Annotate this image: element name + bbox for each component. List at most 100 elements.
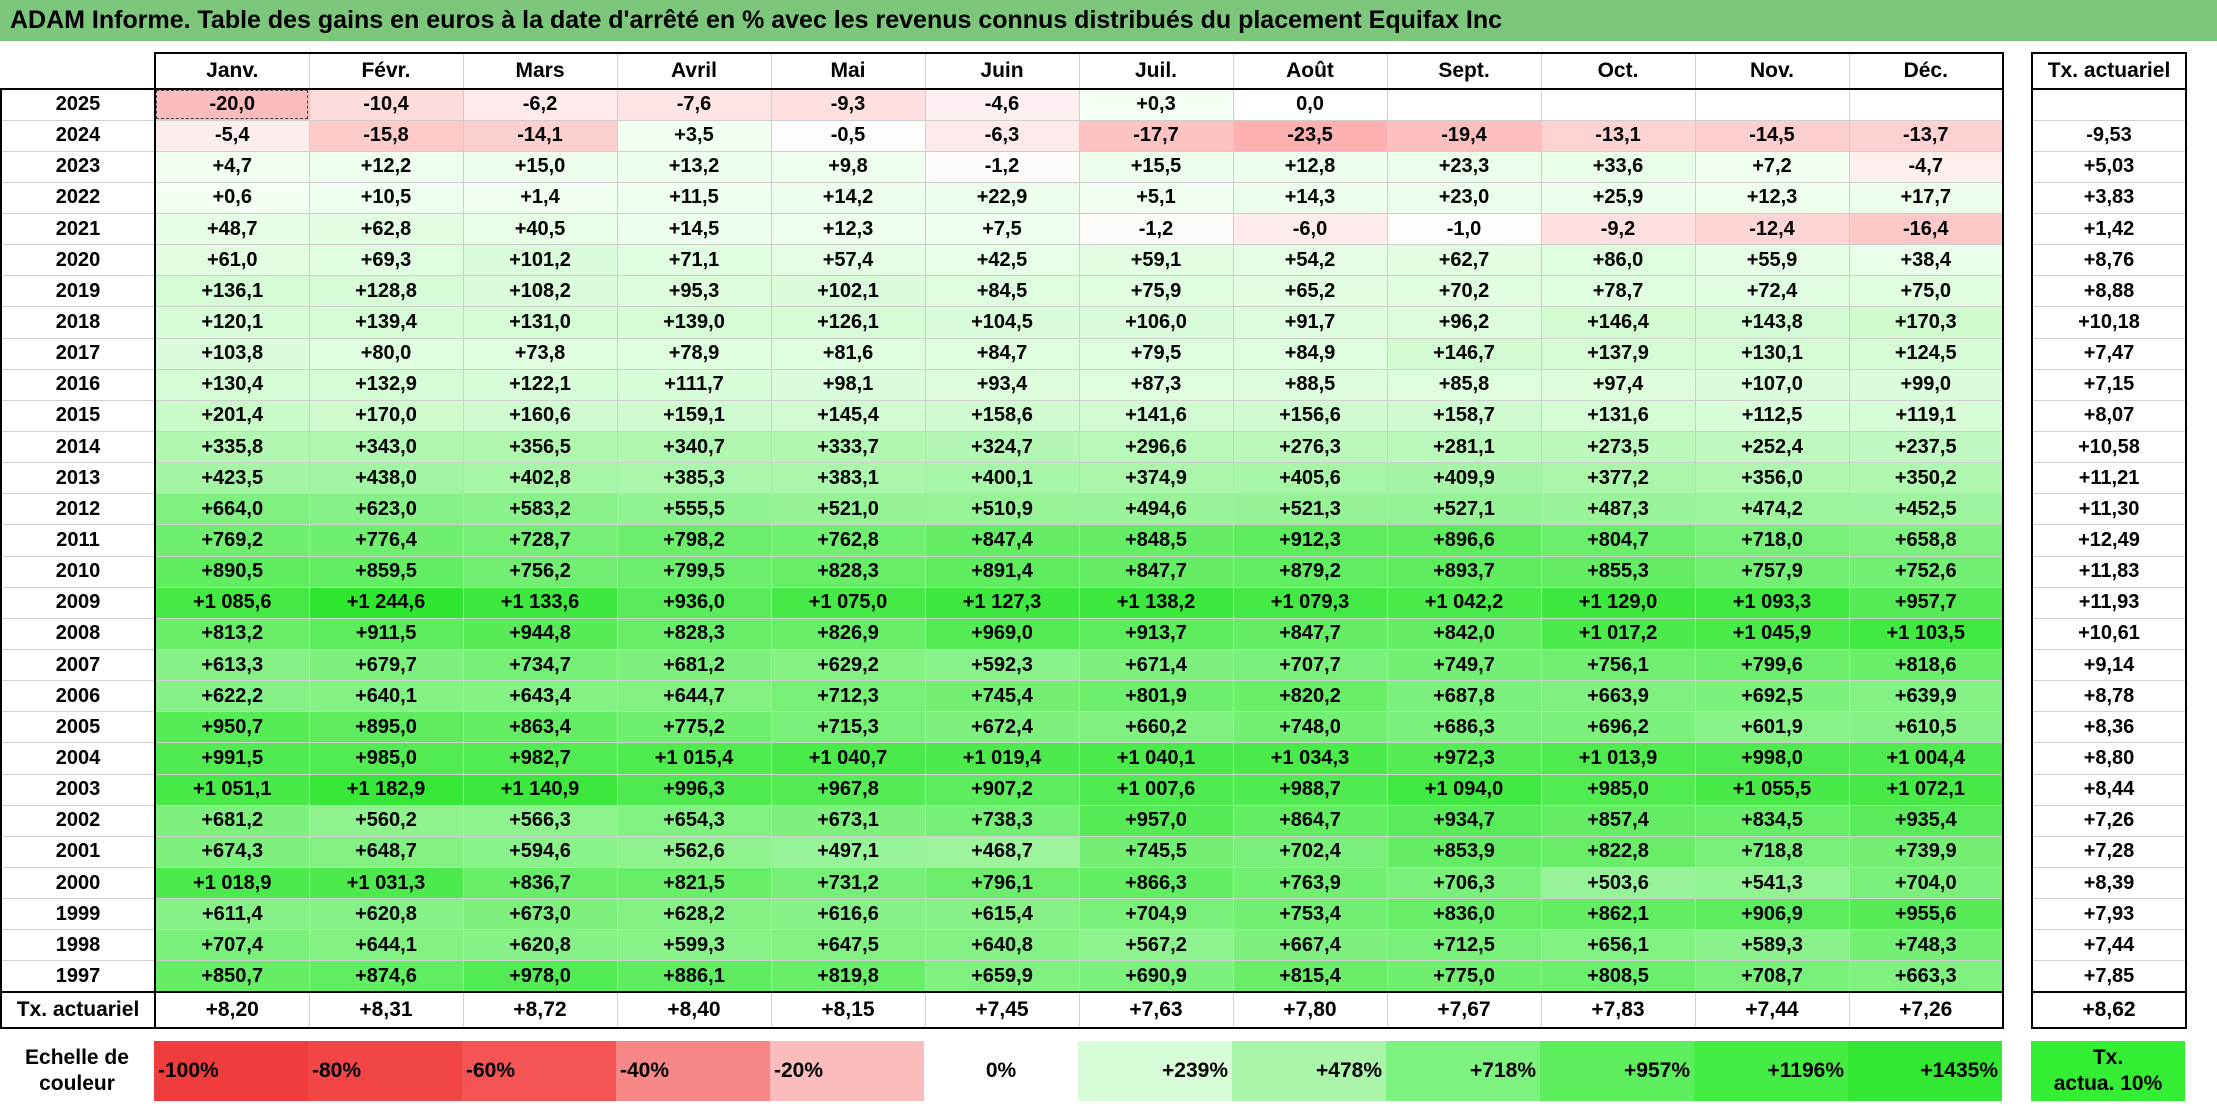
value-cell: +769,2 [154,524,310,557]
value-cell: +1 004,4 [1848,742,2004,775]
value-cell [1540,88,1696,121]
value-cell: +276,3 [1232,431,1388,464]
value-cell: +374,9 [1078,462,1234,495]
year-cell: 2002 [0,804,156,837]
value-cell: +1 140,9 [462,773,618,806]
legend-swatch: -40% [616,1041,770,1101]
year-cell: 2023 [0,150,156,183]
value-cell: +88,5 [1232,368,1388,401]
value-cell: +936,0 [616,586,772,619]
value-cell: -20,0 [154,88,310,121]
tx-cell: +12,49 [2031,524,2187,557]
value-cell: +775,2 [616,711,772,744]
value-cell: +131,6 [1540,399,1696,433]
tx-cell: +9,14 [2031,649,2187,682]
spacer [2003,618,2032,650]
value-cell: +139,4 [308,306,464,339]
value-cell: +170,0 [308,399,464,433]
value-cell: +615,4 [924,898,1080,931]
year-cell: 2012 [0,493,156,526]
value-cell: +468,7 [924,835,1080,869]
spacer [2003,992,2032,1029]
tx-cell: +7,15 [2031,368,2187,401]
value-cell: +620,8 [308,898,464,931]
spacer [2003,275,2032,307]
year-cell: 2017 [0,337,156,370]
value-cell: +978,0 [462,960,618,994]
value-cell: +1 019,4 [924,742,1080,775]
value-cell: +132,9 [308,368,464,401]
header-row: Janv. Févr. Mars Avril Mai Juin Juil. Ao… [1,52,2187,90]
value-cell: +497,1 [770,835,926,869]
value-cell: +356,5 [462,431,618,464]
value-cell: +14,5 [616,213,772,246]
value-cell: +57,4 [770,244,926,277]
value-cell: +78,9 [616,337,772,370]
value-cell: +0,3 [1078,88,1234,121]
value-cell: +763,9 [1232,867,1388,900]
value-cell: +1 127,3 [924,586,1080,619]
value-cell: +521,0 [770,493,926,526]
color-scale-legend: Echelle de couleur -100% -80% -60% -40% -20% 0… [0,1041,2185,1101]
value-cell: +12,2 [308,150,464,183]
value-cell: +1,4 [462,181,618,215]
value-cell: -0,5 [770,119,926,152]
value-cell: +913,7 [1078,617,1234,651]
spacer [2003,805,2032,837]
spacer [2003,53,2032,89]
legend-label-line2: couleur [39,1072,115,1095]
value-cell: +648,7 [308,835,464,869]
value-cell: +96,2 [1386,306,1542,339]
value-cell: +99,0 [1848,368,2004,401]
value-cell: +510,9 [924,493,1080,526]
legend-tx-swatch: Tx. actua. 10% [2031,1041,2185,1101]
value-cell: +891,4 [924,555,1080,588]
value-cell: +1 129,0 [1540,586,1696,619]
table-row: 2018 +120,1 +139,4 +131,0 +139,0 +126,1 +104,5… [0,306,2187,339]
table-row: 2004 +991,5 +985,0 +982,7 +1 015,4 +1 040,7 +1… [0,742,2187,775]
table-row: 2022 +0,6 +10,5 +1,4 +11,5 +14,2 +22,9 +5,1 +14,… [0,181,2187,215]
legend-swatch: +1196% [1694,1041,1848,1101]
spacer [2003,151,2032,183]
table-row: 2021 +48,7 +62,8 +40,5 +14,5 +12,3 +7,5 -1,2 -6,… [0,213,2187,246]
table-row: 2015 +201,4 +170,0 +160,6 +159,1 +145,4 +158,6… [0,399,2187,433]
value-cell: +146,4 [1540,306,1696,339]
legend-label-line1: Echelle de [25,1046,129,1069]
value-cell: +857,4 [1540,804,1696,837]
tx-cell: -9,53 [2031,119,2187,152]
legend-label: Echelle de couleur [0,1041,154,1101]
year-cell: 2007 [0,649,156,682]
spacer [2003,680,2032,712]
value-cell: +944,8 [462,617,618,651]
value-cell: +79,5 [1078,337,1234,370]
table-row: 2025 -20,0 -10,4 -6,2 -7,6 -9,3 -4,6 +0,3 0,0 [0,88,2187,121]
value-cell: +17,7 [1848,181,2004,215]
value-cell: +541,3 [1694,867,1850,900]
value-cell: +1 018,9 [154,867,310,900]
value-cell [1386,88,1542,121]
total-cell: +7,45 [924,991,1080,1030]
value-cell: -6,0 [1232,213,1388,246]
value-cell: +70,2 [1386,275,1542,308]
year-cell: 2015 [0,399,156,433]
value-cell: +673,0 [462,898,618,931]
value-cell [1848,88,2004,121]
value-cell: +886,1 [616,960,772,994]
year-cell: 2001 [0,835,156,869]
value-cell: +957,0 [1078,804,1234,837]
report-title: ADAM Informe. Table des gains en euros à… [0,0,2217,41]
value-cell: +864,7 [1232,804,1388,837]
value-cell: +333,7 [770,431,926,464]
value-cell: +494,6 [1078,493,1234,526]
value-cell: +599,3 [616,929,772,962]
value-cell: +866,3 [1078,867,1234,900]
spacer [2003,836,2032,868]
value-cell: +23,0 [1386,181,1542,215]
value-cell: +748,0 [1232,711,1388,744]
value-cell: +78,7 [1540,275,1696,308]
value-cell: +73,8 [462,337,618,370]
table-row: 2017 +103,8 +80,0 +73,8 +78,9 +81,6 +84,7 +79,5… [0,337,2187,370]
total-cell: +7,83 [1540,991,1696,1030]
value-cell: +644,1 [308,929,464,962]
value-cell: +112,5 [1694,399,1850,433]
